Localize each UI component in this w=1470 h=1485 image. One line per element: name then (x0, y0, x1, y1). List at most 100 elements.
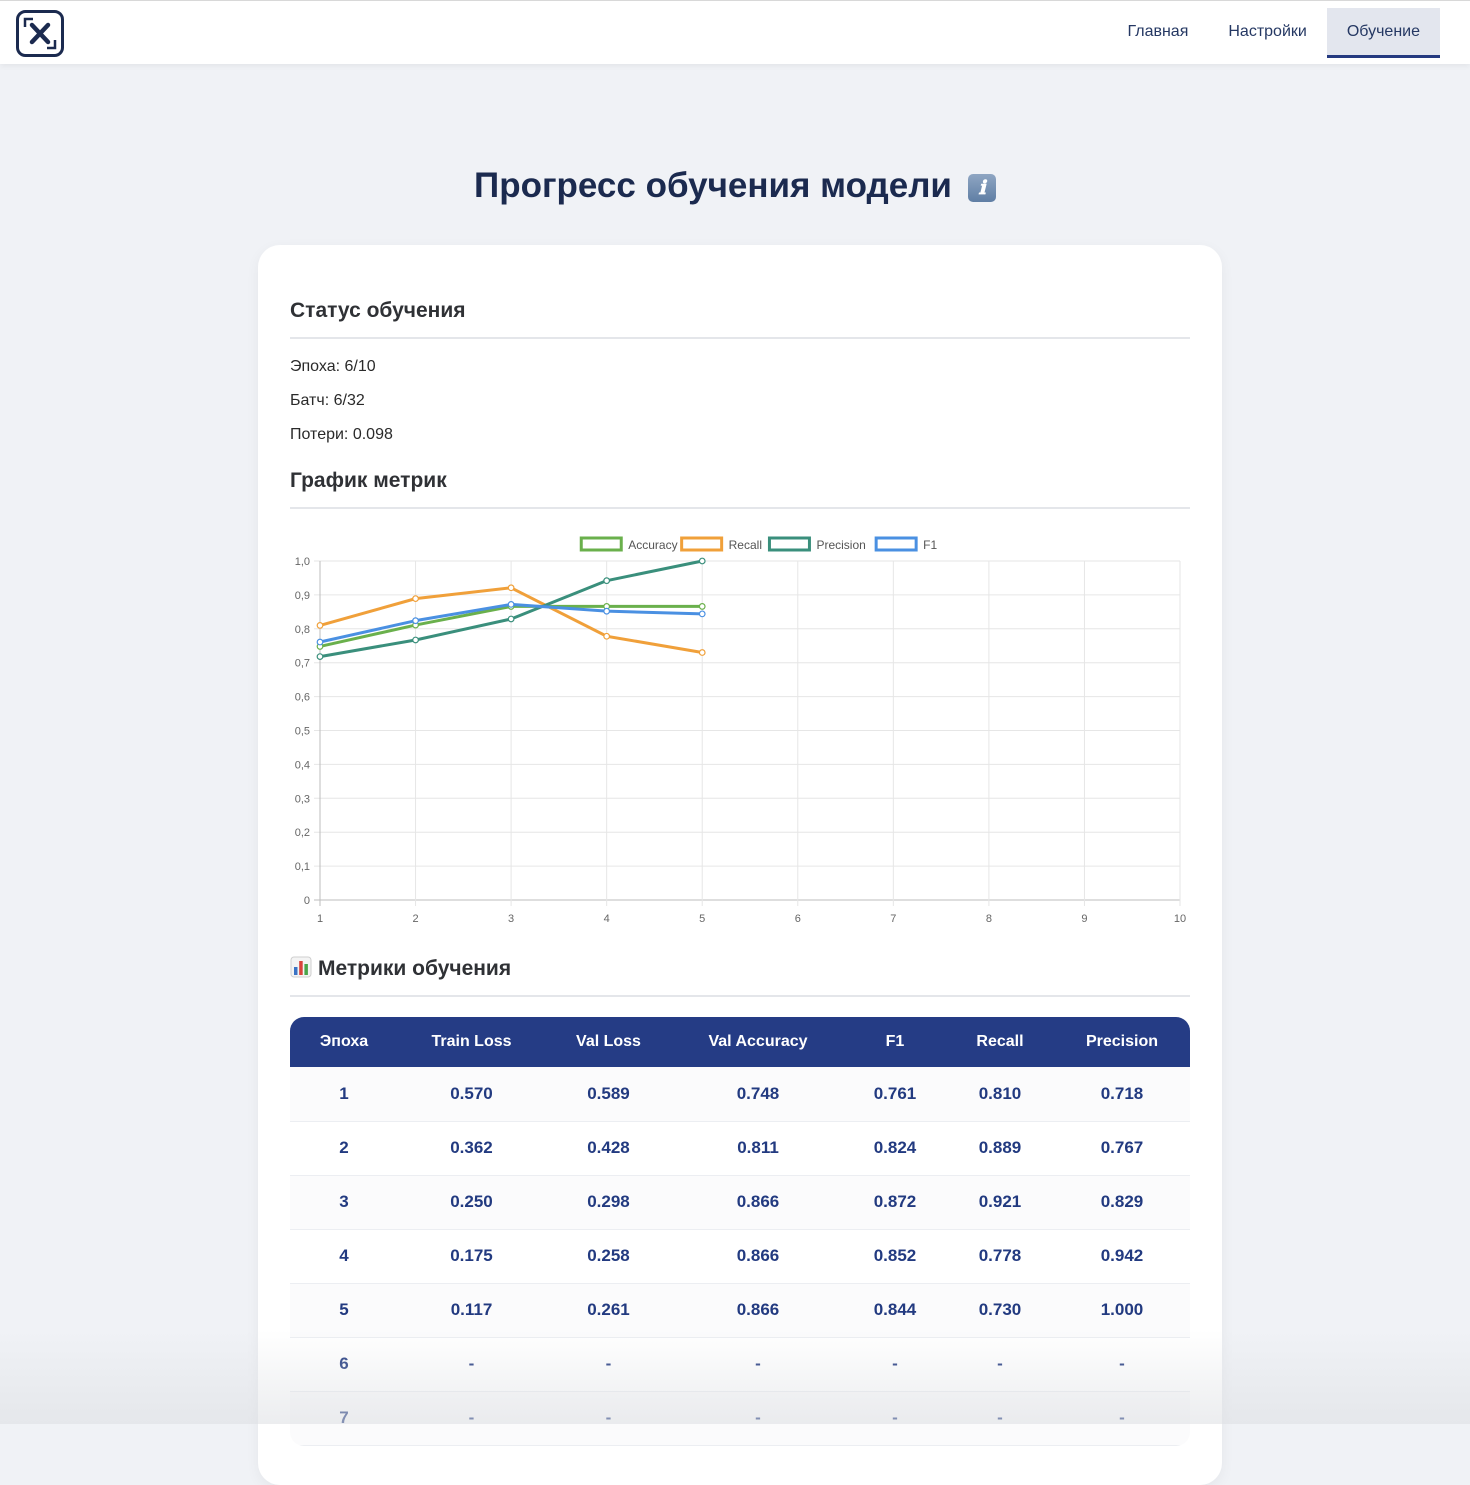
data-point-precision (603, 577, 611, 585)
table-cell: 3 (339, 1192, 349, 1211)
info-icon[interactable]: ℹ (967, 174, 996, 202)
nav-item-settings[interactable]: Настройки (1208, 8, 1326, 58)
legend-swatch-f1 (874, 536, 918, 552)
x-tick-label: 3 (508, 913, 514, 925)
col-header-precision[interactable]: Precision (1054, 1017, 1190, 1067)
table-cell: - (1119, 1408, 1125, 1427)
table-cell: 0.250 (450, 1192, 493, 1211)
table-header-row: Эпоха Train Loss Val Loss Val Accuracy F… (290, 1017, 1190, 1067)
table-cell: - (892, 1354, 898, 1373)
table-row: 7 - - - - - - (290, 1391, 1190, 1445)
table-cell: 1.000 (1100, 1300, 1144, 1319)
y-tick-label: 0,3 (295, 793, 310, 805)
table-cell: 0.298 (587, 1192, 630, 1211)
table-cell: 0.718 (1100, 1083, 1144, 1103)
table-cell: 0.811 (737, 1138, 779, 1157)
table-cell: - (605, 1354, 612, 1373)
table-cell: 0.824 (873, 1138, 917, 1157)
table-cell: 0.730 (978, 1300, 1022, 1319)
table-cell: 0.889 (978, 1138, 1022, 1157)
training-card: Статус обучения Эпоха: 6/10 Батч: 6/32 П… (258, 245, 1222, 1485)
status-loss: Потери: 0.098 (290, 426, 393, 443)
table-cell: - (468, 1354, 475, 1373)
table-cell: 7 (339, 1408, 349, 1427)
legend-label-accuracy: Accuracy (628, 538, 677, 552)
table-row: 1 0.570 0.589 0.748 0.761 0.810 0.718 (290, 1067, 1190, 1121)
col-header-val-accuracy[interactable]: Val Accuracy (672, 1017, 844, 1067)
y-tick-label: 0,9 (295, 590, 310, 602)
table-cell: 0.261 (587, 1300, 630, 1319)
legend-swatch-accuracy (579, 536, 623, 552)
table-cell: 0.589 (587, 1083, 630, 1103)
table-cell: 0.866 (736, 1300, 780, 1319)
table-cell: 0.175 (450, 1246, 493, 1265)
metrics-chart-svg: 0 0,1 0,2 0,3 0,4 0,5 0,6 0,7 0,8 0,9 1,0 1 2 3 4 5 6 7 8 9… (295, 536, 1186, 925)
data-point-precision (316, 653, 324, 660)
legend-label-recall: Recall (729, 538, 762, 552)
table-cell: 0.852 (873, 1246, 917, 1265)
main-nav: Главная Настройки Обучение (1107, 8, 1440, 58)
table-row: 5 0.117 0.261 0.866 0.844 0.730 1.000 (290, 1283, 1190, 1337)
table-cell: 0.767 (1100, 1138, 1144, 1157)
table-cell: 0.428 (587, 1138, 630, 1157)
metrics-table-body: 1 0.570 0.589 0.748 0.761 0.810 0.718 2 0.362 0.4… (290, 1067, 1190, 1445)
metrics-heading-label: Метрики обучения (318, 957, 512, 980)
table-cell: 0.829 (1100, 1192, 1144, 1211)
col-header-train-loss[interactable]: Train Loss (398, 1017, 545, 1067)
bar-chart-icon (290, 956, 312, 978)
x-tick-label: 6 (795, 913, 801, 925)
data-point-precision (507, 615, 515, 623)
page-title: Прогресс обучения модели (474, 166, 952, 205)
table-cell: - (997, 1408, 1003, 1427)
table-cell: 0.942 (1100, 1246, 1144, 1265)
col-header-recall[interactable]: Recall (946, 1017, 1054, 1067)
table-cell: 0.866 (736, 1246, 780, 1265)
data-point-accuracy (698, 603, 706, 610)
table-cell: 2 (339, 1138, 349, 1157)
table-row: 3 0.250 0.298 0.866 0.872 0.921 0.829 (290, 1175, 1190, 1229)
col-header-f1[interactable]: F1 (844, 1017, 946, 1067)
y-tick-label: 0,1 (295, 861, 310, 873)
y-tick-label: 0,4 (295, 759, 310, 771)
page-title-wrap: Прогресс обучения модели ℹ (0, 166, 1470, 206)
nav-item-home[interactable]: Главная (1107, 8, 1208, 58)
logo-icon[interactable] (16, 10, 64, 57)
x-tick-label: 5 (699, 913, 705, 925)
data-point-precision (698, 557, 706, 565)
nav-item-training[interactable]: Обучение (1326, 8, 1440, 58)
table-cell: 0.117 (450, 1300, 493, 1319)
x-tick-label: 1 (317, 913, 323, 925)
table-cell: 6 (339, 1354, 349, 1373)
data-point-recall (412, 595, 419, 603)
y-tick-label: 0,7 (295, 658, 310, 670)
table-cell: - (468, 1408, 475, 1427)
metrics-table: Эпоха Train Loss Val Loss Val Accuracy F… (290, 1017, 1190, 1446)
x-tick-label: 2 (412, 913, 418, 925)
y-tick-label: 0,2 (295, 827, 310, 839)
data-point-f1 (603, 607, 611, 615)
table-cell: 0.866 (736, 1192, 780, 1211)
table-cell: - (755, 1408, 761, 1427)
table-cell: 0.362 (450, 1138, 493, 1157)
col-header-epoch[interactable]: Эпоха (290, 1017, 398, 1067)
x-tick-label: 4 (604, 913, 610, 925)
legend-swatch-recall (680, 536, 724, 552)
table-cell: 0.872 (873, 1192, 917, 1211)
y-tick-label: 0 (304, 895, 310, 907)
legend-swatch-precision (767, 536, 811, 552)
table-cell: 5 (339, 1300, 349, 1319)
table-cell: 0.778 (978, 1246, 1022, 1265)
x-tick-label: 9 (1081, 913, 1087, 925)
table-cell: - (997, 1354, 1003, 1373)
col-header-val-loss[interactable]: Val Loss (545, 1017, 672, 1067)
status-epoch: Эпоха: 6/10 (290, 358, 376, 375)
table-cell: 0.844 (873, 1300, 917, 1319)
table-cell: 0.921 (978, 1192, 1022, 1211)
table-cell: - (1119, 1354, 1125, 1373)
table-cell: 0.570 (450, 1083, 493, 1103)
data-point-recall (698, 649, 706, 656)
table-cell: 0.258 (587, 1246, 630, 1265)
table-cell: 4 (339, 1246, 349, 1265)
metrics-chart: 0 0,1 0,2 0,3 0,4 0,5 0,6 0,7 0,8 0,9 1,0 1 2 3 4 5 6 7 8 9… (278, 530, 1198, 930)
x-tick-label: 10 (1174, 913, 1186, 925)
